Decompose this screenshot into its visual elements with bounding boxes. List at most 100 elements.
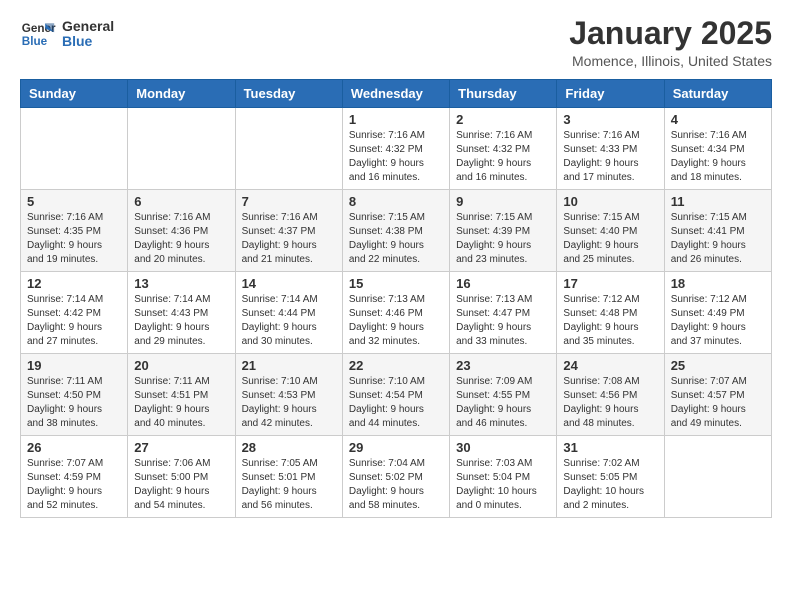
calendar-cell: 17Sunrise: 7:12 AM Sunset: 4:48 PM Dayli… [557,272,664,354]
calendar-cell: 28Sunrise: 7:05 AM Sunset: 5:01 PM Dayli… [235,436,342,518]
calendar-cell: 14 Sunrise: 7:14 AM Sunset: 4:44 PM Dayli… [235,272,342,354]
day-info: Sunrise: 7:04 AM Sunset: 5:02 PM Dayligh… [349,457,443,513]
calendar-cell [235,108,342,190]
calendar-cell: 7 Sunrise: 7:16 AM Sunset: 4:37 PM Daylig… [235,190,342,272]
day-info: Sunrise: 7:16 AM Sunset: 4:32 PM Dayligh… [456,129,550,185]
day-number: 18 [671,276,765,291]
day-number: 16 [456,276,550,291]
calendar-cell: 20 Sunrise: 7:11 AM Sunset: 4:51 PM Dayli… [128,354,235,436]
calendar-cell [664,436,771,518]
day-number: 28 [242,440,336,455]
day-number: 25 [671,358,765,373]
day-info: Sunrise: 7:15 AM Sunset: 4:40 PM Dayligh… [563,211,657,267]
calendar-cell: 1 Sunrise: 7:16 AM Sunset: 4:32 PM Daylig… [342,108,449,190]
title-block: January 2025 Momence, Illinois, United S… [569,16,772,69]
calendar-cell: 26 Sunrise: 7:07 AM Sunset: 4:59 PM Dayli… [21,436,128,518]
day-number: 10 [563,194,657,209]
day-info: Sunrise: 7:13 AM Sunset: 4:47 PM Dayligh… [456,293,550,349]
calendar-cell: 12Sunrise: 7:14 AM Sunset: 4:42 PM Dayli… [21,272,128,354]
logo: General Blue General Blue [20,16,114,52]
calendar-cell: 25Sunrise: 7:07 AM Sunset: 4:57 PM Dayli… [664,354,771,436]
calendar-table: SundayMondayTuesdayWednesdayThursdayFrid… [20,79,772,518]
calendar-cell: 4 Sunrise: 7:16 AM Sunset: 4:34 PM Daylig… [664,108,771,190]
day-info: Sunrise: 7:07 AM Sunset: 4:59 PM Dayligh… [27,457,121,513]
weekday-header: Thursday [450,80,557,108]
day-info: Sunrise: 7:02 AM Sunset: 5:05 PM Dayligh… [563,457,657,513]
day-info: Sunrise: 7:06 AM Sunset: 5:00 PM Dayligh… [134,457,228,513]
calendar-header-row: SundayMondayTuesdayWednesdayThursdayFrid… [21,80,772,108]
day-info: Sunrise: 7:08 AM Sunset: 4:56 PM Dayligh… [563,375,657,431]
day-info: Sunrise: 7:16 AM Sunset: 4:37 PM Dayligh… [242,211,336,267]
calendar-week-row: 26 Sunrise: 7:07 AM Sunset: 4:59 PM Dayli… [21,436,772,518]
day-number: 31 [563,440,657,455]
day-number: 23 [456,358,550,373]
calendar-cell: 9Sunrise: 7:15 AM Sunset: 4:39 PM Daylig… [450,190,557,272]
day-number: 26 [27,440,121,455]
calendar-cell: 3 Sunrise: 7:16 AM Sunset: 4:33 PM Daylig… [557,108,664,190]
calendar-cell: 29 Sunrise: 7:04 AM Sunset: 5:02 PM Dayli… [342,436,449,518]
day-info: Sunrise: 7:15 AM Sunset: 4:39 PM Dayligh… [456,211,550,267]
calendar-cell: 30 Sunrise: 7:03 AM Sunset: 5:04 PM Dayli… [450,436,557,518]
calendar-cell: 8 Sunrise: 7:15 AM Sunset: 4:38 PM Daylig… [342,190,449,272]
calendar-cell: 27 Sunrise: 7:06 AM Sunset: 5:00 PM Dayli… [128,436,235,518]
day-info: Sunrise: 7:10 AM Sunset: 4:54 PM Dayligh… [349,375,443,431]
day-info: Sunrise: 7:14 AM Sunset: 4:43 PM Dayligh… [134,293,228,349]
day-info: Sunrise: 7:16 AM Sunset: 4:34 PM Dayligh… [671,129,765,185]
day-number: 2 [456,112,550,127]
day-info: Sunrise: 7:13 AM Sunset: 4:46 PM Dayligh… [349,293,443,349]
calendar-cell: 24 Sunrise: 7:08 AM Sunset: 4:56 PM Dayli… [557,354,664,436]
logo-general: General [62,19,114,34]
calendar-cell: 18 Sunrise: 7:12 AM Sunset: 4:49 PM Dayli… [664,272,771,354]
day-number: 27 [134,440,228,455]
logo-blue: Blue [62,34,114,49]
calendar-cell [128,108,235,190]
day-number: 8 [349,194,443,209]
day-number: 5 [27,194,121,209]
day-number: 3 [563,112,657,127]
day-number: 30 [456,440,550,455]
day-info: Sunrise: 7:16 AM Sunset: 4:32 PM Dayligh… [349,129,443,185]
calendar-subtitle: Momence, Illinois, United States [569,53,772,69]
day-info: Sunrise: 7:15 AM Sunset: 4:38 PM Dayligh… [349,211,443,267]
day-info: Sunrise: 7:16 AM Sunset: 4:33 PM Dayligh… [563,129,657,185]
calendar-week-row: 1 Sunrise: 7:16 AM Sunset: 4:32 PM Daylig… [21,108,772,190]
calendar-cell: 16 Sunrise: 7:13 AM Sunset: 4:47 PM Dayli… [450,272,557,354]
day-number: 20 [134,358,228,373]
calendar-cell: 23 Sunrise: 7:09 AM Sunset: 4:55 PM Dayli… [450,354,557,436]
day-number: 7 [242,194,336,209]
page: General Blue General Blue January 2025 M… [0,0,792,538]
calendar-title: January 2025 [569,16,772,51]
day-number: 24 [563,358,657,373]
weekday-header: Tuesday [235,80,342,108]
day-number: 12 [27,276,121,291]
day-info: Sunrise: 7:10 AM Sunset: 4:53 PM Dayligh… [242,375,336,431]
calendar-cell: 6 Sunrise: 7:16 AM Sunset: 4:36 PM Daylig… [128,190,235,272]
day-number: 29 [349,440,443,455]
day-info: Sunrise: 7:12 AM Sunset: 4:49 PM Dayligh… [671,293,765,349]
calendar-cell: 11Sunrise: 7:15 AM Sunset: 4:41 PM Dayli… [664,190,771,272]
weekday-header: Monday [128,80,235,108]
day-info: Sunrise: 7:16 AM Sunset: 4:35 PM Dayligh… [27,211,121,267]
weekday-header: Saturday [664,80,771,108]
day-info: Sunrise: 7:14 AM Sunset: 4:44 PM Dayligh… [242,293,336,349]
day-number: 19 [27,358,121,373]
day-number: 4 [671,112,765,127]
calendar-cell: 31 Sunrise: 7:02 AM Sunset: 5:05 PM Dayli… [557,436,664,518]
day-number: 21 [242,358,336,373]
day-number: 14 [242,276,336,291]
calendar-cell: 15 Sunrise: 7:13 AM Sunset: 4:46 PM Dayli… [342,272,449,354]
calendar-cell: 22Sunrise: 7:10 AM Sunset: 4:54 PM Dayli… [342,354,449,436]
day-info: Sunrise: 7:03 AM Sunset: 5:04 PM Dayligh… [456,457,550,513]
day-number: 15 [349,276,443,291]
day-number: 17 [563,276,657,291]
calendar-week-row: 12Sunrise: 7:14 AM Sunset: 4:42 PM Dayli… [21,272,772,354]
day-number: 1 [349,112,443,127]
day-info: Sunrise: 7:16 AM Sunset: 4:36 PM Dayligh… [134,211,228,267]
day-info: Sunrise: 7:09 AM Sunset: 4:55 PM Dayligh… [456,375,550,431]
day-info: Sunrise: 7:11 AM Sunset: 4:50 PM Dayligh… [27,375,121,431]
svg-text:Blue: Blue [22,35,48,48]
calendar-cell: 19 Sunrise: 7:11 AM Sunset: 4:50 PM Dayli… [21,354,128,436]
day-number: 6 [134,194,228,209]
day-number: 11 [671,194,765,209]
day-info: Sunrise: 7:11 AM Sunset: 4:51 PM Dayligh… [134,375,228,431]
